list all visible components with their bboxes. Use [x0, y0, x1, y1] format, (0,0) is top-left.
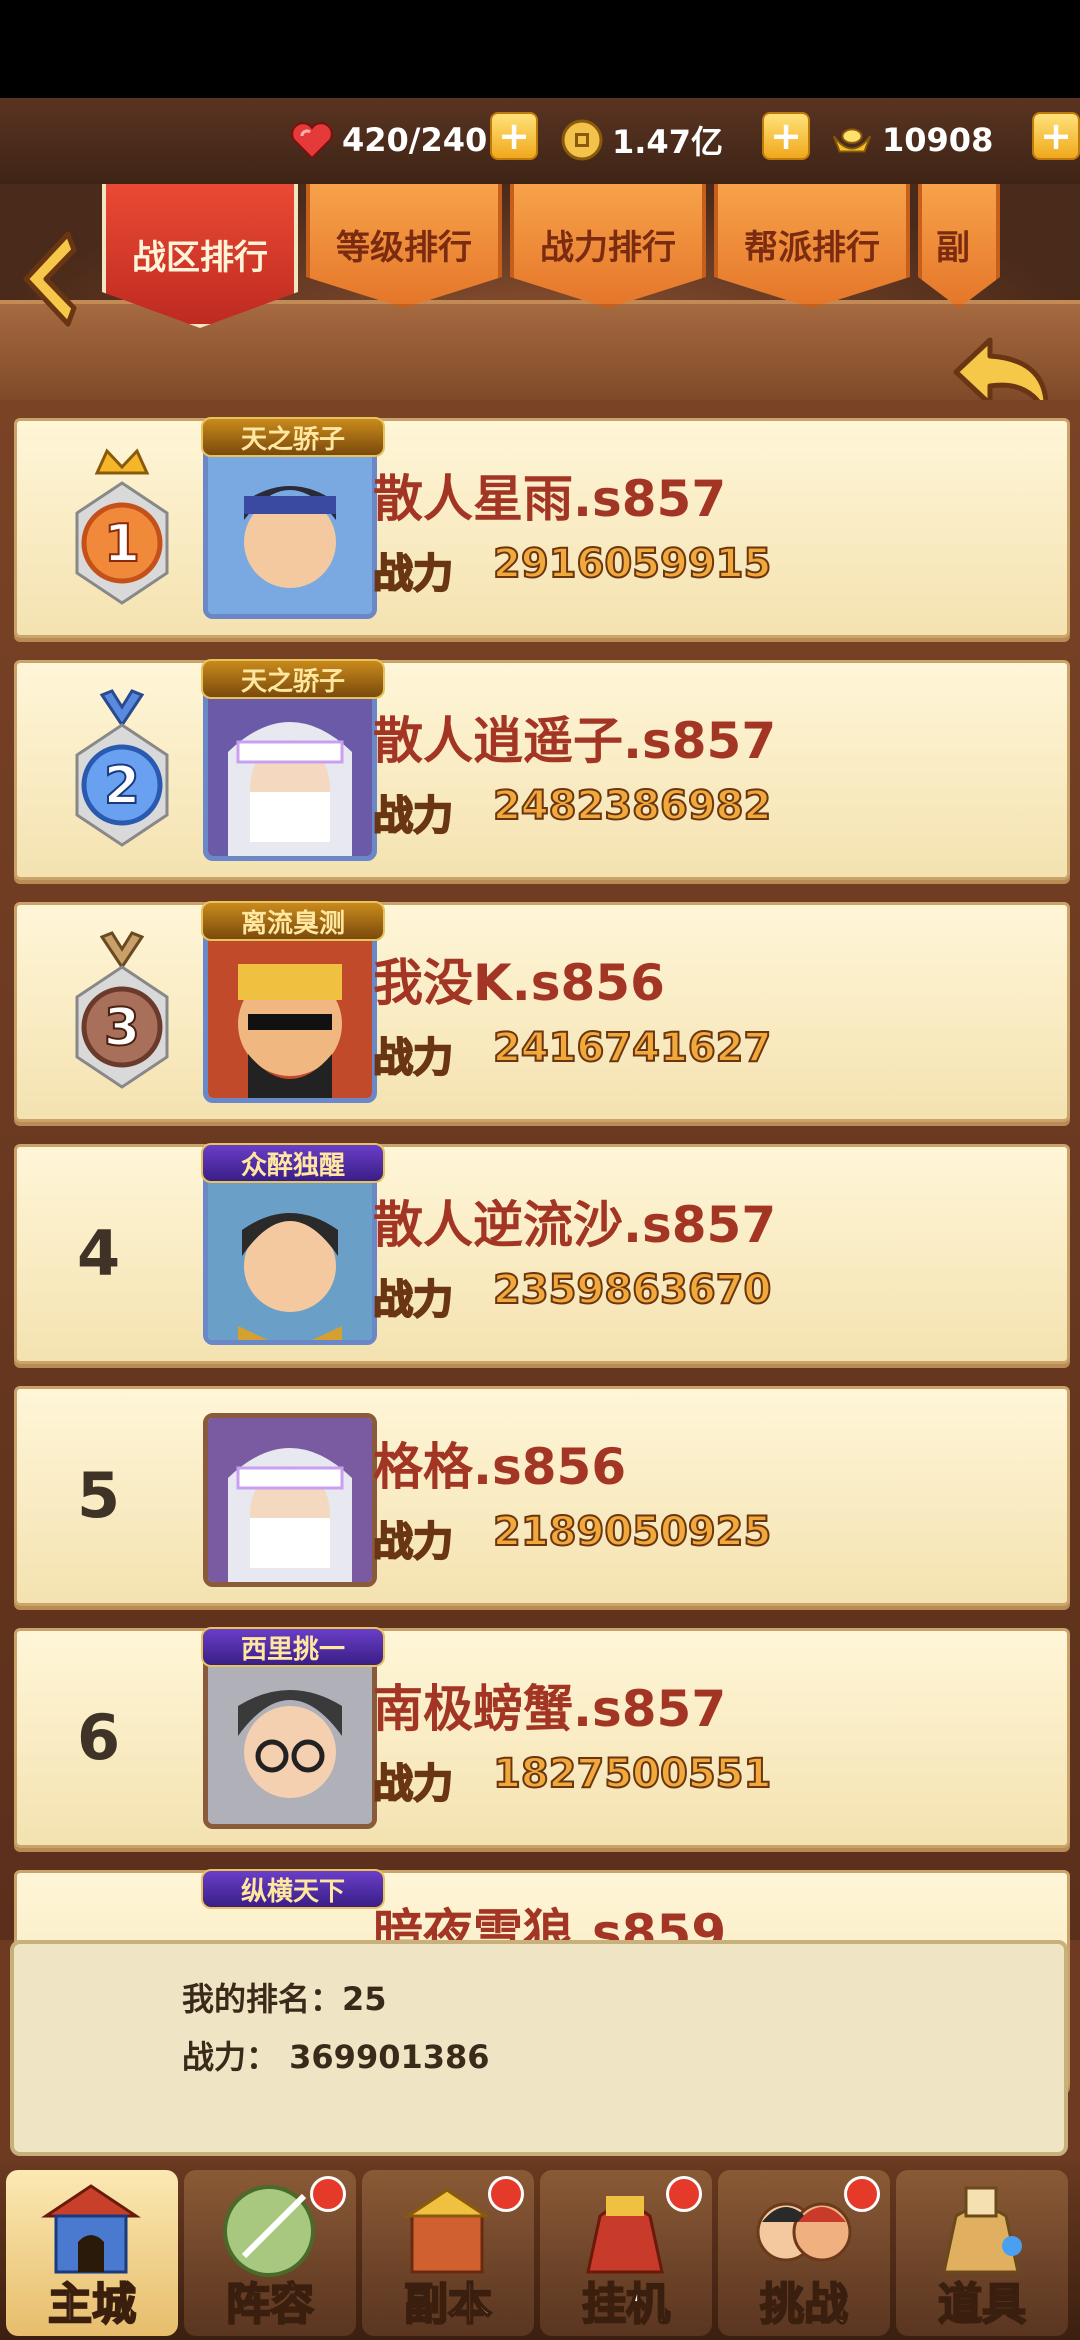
gold-medal-icon: 1 [75, 448, 169, 605]
nav-challenge[interactable]: 挑战 [718, 2170, 890, 2336]
notification-dot [666, 2176, 702, 2212]
player-name: 散人星雨.s857 [373, 470, 727, 528]
rank-number: 5 [77, 1459, 121, 1532]
notification-dot [310, 2176, 346, 2212]
stage-plank [0, 300, 1080, 414]
player-name: 格格.s856 [373, 1438, 627, 1496]
gold-value: 10908 [882, 121, 994, 159]
player-name: 我没K.s856 [373, 954, 665, 1012]
power-label: 战力 [372, 550, 454, 598]
power-value: 2416741627 [492, 1024, 772, 1072]
nav-lineup[interactable]: 阵容 [184, 2170, 356, 2336]
svg-text:3: 3 [104, 998, 140, 1058]
add-gold-button[interactable]: + [1032, 112, 1080, 160]
nav-main-city[interactable]: 主城 [6, 2170, 178, 2336]
heart-icon [290, 118, 334, 162]
player-name: 散人逆流沙.s857 [373, 1196, 777, 1254]
ranking-row[interactable]: 2 天之骄子 散人逍遥子.s857 战力 2482386982 [14, 659, 1070, 880]
notification-dot [488, 2176, 524, 2212]
coin-resource: 1.47亿 [560, 110, 723, 170]
my-power-text: 战力： 369901386 [182, 2038, 490, 2076]
rank-number: 6 [77, 1701, 121, 1774]
tab-level-ranking[interactable]: 等级排行 [306, 184, 502, 308]
gold-ingot-icon [830, 118, 874, 162]
power-value: 2916059915 [492, 540, 772, 588]
add-stamina-button[interactable]: + [490, 112, 538, 160]
notification-dot [844, 2176, 880, 2212]
gold-resource: 10908 [830, 110, 993, 170]
power-label: 战力 [372, 1034, 454, 1082]
nav-dungeon[interactable]: 副本 [362, 2170, 534, 2336]
power-value: 2189050925 [492, 1508, 772, 1556]
avatar [203, 1655, 377, 1829]
add-coin-button[interactable]: + [762, 112, 810, 160]
avatar [203, 445, 377, 619]
ranking-row[interactable]: 6 西里挑一 南极螃蟹.s857 战力 1827500551 [14, 1627, 1070, 1848]
ranking-tab-area: 战区排行 等级排行 战力排行 帮派排行 副 [0, 184, 1080, 417]
svg-text:2: 2 [104, 756, 140, 816]
power-value: 2482386982 [492, 782, 772, 830]
silver-medal-icon: 2 [75, 689, 169, 847]
player-name: 南极螃蟹.s857 [373, 1680, 727, 1738]
stamina-resource: 420/240 [290, 110, 487, 170]
stamina-value: 420/240 [342, 121, 488, 159]
my-rank-text: 我的排名：25 [182, 1980, 387, 2018]
avatar [203, 1413, 377, 1587]
ranking-row[interactable]: 4 众醉独醒 散人逆流沙.s857 战力 2359863670 [14, 1143, 1070, 1364]
ranking-list: 1 天之骄子 散人星雨.s857 战力 2916059915 2 天之骄子 散人… [0, 400, 1080, 2090]
power-label: 战力 [372, 1276, 454, 1324]
avatar [203, 687, 377, 861]
nav-idle[interactable]: 挂机 [540, 2170, 712, 2336]
coin-icon [560, 118, 604, 162]
player-title-badge: 天之骄子 [201, 659, 385, 699]
rank-number: 4 [77, 1217, 121, 1290]
my-ranking-panel: 我的排名：25 战力： 369901386 [10, 1940, 1068, 2156]
avatar [203, 1171, 377, 1345]
bottom-nav: 主城 阵容 副本 挂机 挑战 道具 [0, 2160, 1080, 2340]
resource-bar: 420/240 + 1.47亿 + 10908 + [0, 98, 1080, 187]
nav-items[interactable]: 道具 [896, 2170, 1068, 2336]
power-value: 1827500551 [492, 1750, 772, 1798]
tab-dungeon-ranking[interactable]: 副 [918, 184, 1000, 308]
status-bar [0, 0, 1080, 98]
power-label: 战力 [372, 1760, 454, 1808]
svg-text:1: 1 [104, 514, 140, 574]
ranking-row[interactable]: 3 离流臭测 我没K.s856 战力 2416741627 [14, 901, 1070, 1122]
ranking-row[interactable]: 1 天之骄子 散人星雨.s857 战力 2916059915 [14, 417, 1070, 638]
player-title-badge: 众醉独醒 [201, 1143, 385, 1183]
power-label: 战力 [372, 792, 454, 840]
player-title-badge: 西里挑一 [201, 1627, 385, 1667]
tab-power-ranking[interactable]: 战力排行 [510, 184, 706, 308]
tab-guild-ranking[interactable]: 帮派排行 [714, 184, 910, 308]
back-arrow-icon[interactable] [12, 224, 82, 334]
power-value: 2359863670 [492, 1266, 772, 1314]
power-label: 战力 [372, 1518, 454, 1566]
ranking-row[interactable]: 5 格格.s856 战力 2189050925 [14, 1386, 1070, 1606]
bronze-medal-icon: 3 [75, 931, 169, 1089]
player-title-badge: 离流臭测 [201, 901, 385, 941]
player-name: 散人逍遥子.s857 [373, 712, 777, 770]
coin-value: 1.47亿 [612, 123, 723, 161]
avatar [203, 929, 377, 1103]
player-title-badge: 纵横天下 [201, 1869, 385, 1909]
player-title-badge: 天之骄子 [201, 417, 385, 457]
